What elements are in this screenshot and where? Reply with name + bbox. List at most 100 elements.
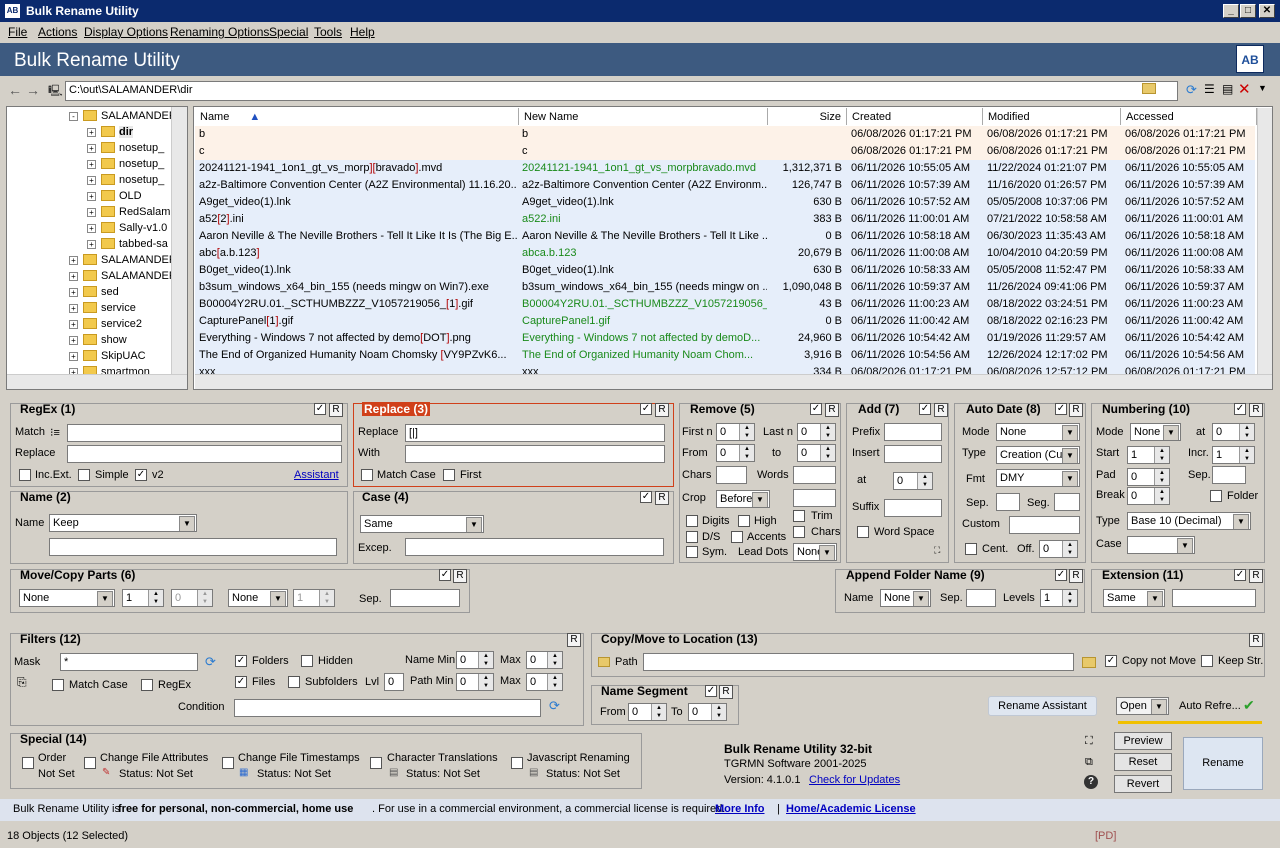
autodate-seg-input[interactable]	[1054, 493, 1080, 511]
numbering-mode-select[interactable]: None	[1130, 423, 1181, 441]
close-button[interactable]: ✕	[1259, 4, 1275, 18]
file-row[interactable]: c c 06/08/2026 01:17:21 PM 06/08/2026 01:17…	[195, 143, 1255, 160]
trim-checkbox[interactable]	[793, 510, 805, 522]
pad-spinner[interactable]: 0	[1127, 468, 1170, 486]
minimize-button[interactable]: _	[1223, 4, 1239, 18]
revert-button[interactable]: Revert	[1114, 775, 1172, 793]
tree-expand-icon[interactable]: +	[69, 256, 78, 265]
file-row[interactable]: Aaron Neville & The Neville Brothers - T…	[195, 228, 1255, 245]
name-select[interactable]: Keep	[49, 514, 197, 532]
movecopy-target-select[interactable]: None	[228, 589, 288, 607]
add-enable-checkbox[interactable]: ✓	[919, 403, 931, 415]
start-spinner[interactable]: 1	[1127, 446, 1170, 464]
chars2-checkbox[interactable]	[793, 526, 805, 538]
tree-expand-icon[interactable]: +	[69, 320, 78, 329]
movecopy-mode-select[interactable]: None	[19, 589, 115, 607]
tree-item[interactable]: + SkipUAC	[7, 348, 177, 364]
condition-input[interactable]	[234, 699, 541, 717]
numbering-reset-button[interactable]: R	[1249, 403, 1263, 417]
folders-checkbox[interactable]: ✓	[235, 655, 247, 667]
namesegment-to-spinner[interactable]: 0	[688, 703, 727, 721]
replace-reset-button[interactable]: R	[655, 403, 669, 417]
list-icon[interactable]: ⁝≡	[50, 426, 60, 439]
off-spinner[interactable]: 0	[1039, 540, 1078, 558]
cent-checkbox[interactable]	[965, 543, 977, 555]
tree-expand-icon[interactable]: +	[87, 192, 96, 201]
replace-enable-checkbox[interactable]: ✓	[640, 403, 652, 415]
chars-input[interactable]	[716, 466, 747, 484]
extension-input[interactable]	[1172, 589, 1256, 607]
namemin-spinner[interactable]: 0	[456, 651, 494, 669]
copymove-reset-button[interactable]: R	[1249, 633, 1263, 647]
column-header-created[interactable]: Created	[847, 108, 983, 125]
file-row[interactable]: B00004Y2RU.01._SCTHUMBZZZ_V1057219056_[1…	[195, 296, 1255, 313]
firstn-spinner[interactable]: 0	[716, 423, 755, 441]
file-row[interactable]: b3sum_windows_x64_bin_155 (needs mingw o…	[195, 279, 1255, 296]
appendfolder-sep-input[interactable]	[966, 589, 996, 607]
add-reset-button[interactable]: R	[934, 403, 948, 417]
cft-label[interactable]: Change File Timestamps	[238, 752, 360, 764]
ct-label[interactable]: Character Translations	[387, 752, 498, 764]
regex-enable-checkbox[interactable]: ✓	[314, 403, 326, 415]
order-checkbox[interactable]	[22, 757, 34, 769]
tree-expand-icon[interactable]: +	[69, 336, 78, 345]
menu-renaming-options[interactable]: Renaming Options	[170, 25, 269, 39]
column-header-size[interactable]: Size	[768, 108, 847, 125]
tree-item[interactable]: + nosetup_	[7, 156, 177, 172]
movecopy-sep-input[interactable]	[390, 589, 460, 607]
column-header-name[interactable]: Name ▲	[195, 108, 519, 125]
ct-checkbox[interactable]	[370, 757, 382, 769]
rename-assistant-button[interactable]: Rename Assistant	[988, 696, 1097, 716]
details-view-icon[interactable]: ▤	[1222, 82, 1233, 96]
file-row[interactable]: b b 06/08/2026 01:17:21 PM 06/08/2026 01:17…	[195, 126, 1255, 143]
autodate-enable-checkbox[interactable]: ✓	[1055, 403, 1067, 415]
js-label[interactable]: Javascript Renaming	[527, 752, 630, 764]
v2-checkbox[interactable]: ✓	[135, 469, 147, 481]
copy-icon[interactable]: ⧉	[1085, 756, 1093, 769]
tree-item[interactable]: + service2	[7, 316, 177, 332]
copynotmove-checkbox[interactable]: ✓	[1105, 655, 1117, 667]
file-row[interactable]: abc[a.b.123] abca.b.123 20,679 B 06/11/2026…	[195, 245, 1255, 262]
rename-button[interactable]: Rename	[1183, 737, 1263, 790]
tree-expand-icon[interactable]: +	[87, 128, 96, 137]
regex-assistant-link[interactable]: Assistant	[294, 469, 339, 481]
mask-refresh-icon[interactable]: ⟳	[205, 654, 216, 670]
expand-icon[interactable]: ⛶	[934, 545, 940, 556]
path-input[interactable]: C:\out\SALAMANDER\dir	[65, 81, 1178, 101]
file-row[interactable]: B0get_video(1).lnk B0get_video(1).lnk 630 …	[195, 262, 1255, 279]
menu-help[interactable]: Help	[350, 25, 375, 39]
high-checkbox[interactable]	[738, 515, 750, 527]
tree-item[interactable]: + OLD	[7, 188, 177, 204]
tree-item[interactable]: + show	[7, 332, 177, 348]
menu-tools[interactable]: Tools	[314, 25, 342, 39]
incr-spinner[interactable]: 1	[1212, 446, 1255, 464]
autodate-sep-input[interactable]	[996, 493, 1020, 511]
tree-expand-icon[interactable]: +	[87, 144, 96, 153]
tree-expand-icon[interactable]: +	[87, 240, 96, 249]
file-row[interactable]: Everything - Windows 7 not affected by d…	[195, 330, 1255, 347]
tree-item[interactable]: + RedSalam	[7, 204, 177, 220]
tree-horizontal-scrollbar[interactable]	[7, 374, 187, 389]
prefix-input[interactable]	[884, 423, 942, 441]
cft-checkbox[interactable]	[222, 757, 234, 769]
lvl-input[interactable]: 0	[384, 673, 404, 691]
case-reset-button[interactable]: R	[655, 491, 669, 505]
replace-first-checkbox[interactable]	[443, 469, 455, 481]
movecopy-count-spinner[interactable]: 1	[122, 589, 164, 607]
sym-checkbox[interactable]	[686, 546, 698, 558]
tree-expand-icon[interactable]: +	[87, 208, 96, 217]
tree-item[interactable]: + SALAMANDER	[7, 252, 177, 268]
remove-enable-checkbox[interactable]: ✓	[810, 403, 822, 415]
menu-actions[interactable]: Actions	[38, 25, 77, 39]
file-row[interactable]: CapturePanel[1].gif CapturePanel1.gif 0 B 0…	[195, 313, 1255, 330]
tree-item[interactable]: + sed	[7, 284, 177, 300]
numbering-type-select[interactable]: Base 10 (Decimal)	[1127, 512, 1251, 530]
lastn-spinner[interactable]: 0	[797, 423, 836, 441]
tree-item[interactable]: + Sally-v1.0	[7, 220, 177, 236]
tree-expand-icon[interactable]: +	[69, 288, 78, 297]
folder-checkbox[interactable]	[1210, 490, 1222, 502]
tree-item[interactable]: + nosetup_	[7, 140, 177, 156]
wordspace-checkbox[interactable]	[857, 526, 869, 538]
replace-input[interactable]: [|]	[405, 424, 665, 442]
from-spinner[interactable]: 0	[716, 444, 755, 462]
